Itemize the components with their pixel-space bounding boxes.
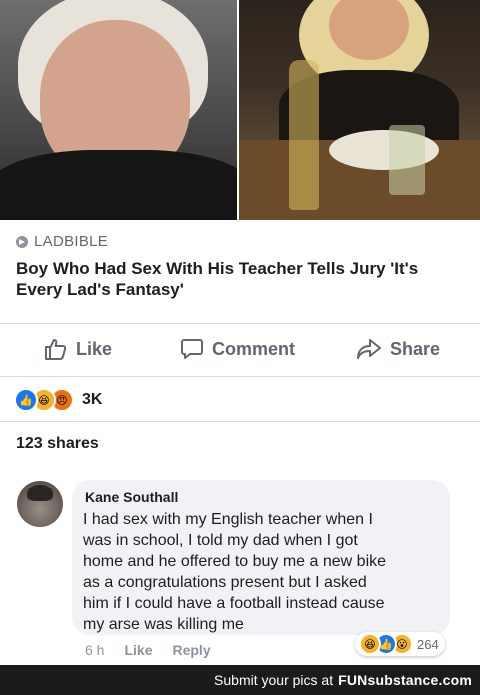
article-photo-left[interactable]	[0, 0, 238, 220]
like-button[interactable]: Like	[44, 338, 112, 360]
comment-meta: 6 h Like Reply	[85, 642, 211, 658]
comment-reply-button[interactable]: Reply	[172, 642, 210, 658]
photo-bottle-shape	[289, 60, 320, 210]
comment-text: I had sex with my English teacher when I…	[83, 511, 387, 633]
article-images[interactable]	[0, 0, 480, 220]
comment-icon	[181, 339, 203, 359]
article-source[interactable]: LADBIBLE	[16, 233, 108, 250]
post-actions: Like Comment Share	[0, 330, 480, 368]
reaction-summary[interactable]: 👍 😆 😠 3K	[14, 388, 102, 412]
comment-author[interactable]: Kane Southall	[85, 489, 178, 505]
play-circle-icon	[16, 235, 28, 248]
divider	[0, 323, 480, 324]
thumbs-up-icon	[45, 339, 67, 360]
comment-time[interactable]: 6 h	[85, 642, 104, 658]
share-label: Share	[390, 338, 441, 359]
haha-icon: 😆	[359, 633, 381, 655]
reaction-count: 3K	[82, 391, 103, 408]
comment-label: Comment	[212, 338, 296, 359]
footer-text: Submit your pics at	[214, 672, 334, 688]
share-button[interactable]: Share	[356, 338, 440, 360]
comment-bubble: Kane Southall I had sex with my English …	[72, 480, 450, 635]
avatar[interactable]	[17, 481, 63, 527]
comment-reaction-count: 264	[417, 636, 439, 652]
comment-like-button[interactable]: Like	[124, 642, 152, 658]
divider	[0, 421, 480, 422]
watermark-footer: Submit your pics at FUNsubstance.com	[0, 665, 480, 695]
like-icon: 👍	[14, 388, 38, 412]
share-arrow-icon	[357, 339, 381, 359]
photo-scarf-shape	[0, 150, 238, 220]
like-label: Like	[76, 338, 113, 359]
photo-glass-shape	[389, 125, 426, 195]
comment-button[interactable]: Comment	[180, 338, 295, 360]
article-headline[interactable]: Boy Who Had Sex With His Teacher Tells J…	[16, 258, 466, 300]
divider	[0, 376, 480, 377]
footer-brand[interactable]: FUNsubstance.com	[338, 672, 472, 688]
article-source-label: LADBIBLE	[34, 233, 109, 250]
article-photo-right[interactable]	[237, 0, 480, 220]
share-count[interactable]: 123 shares	[16, 435, 99, 453]
comment-reactions[interactable]: 😆 👍 😮 264	[355, 632, 445, 656]
